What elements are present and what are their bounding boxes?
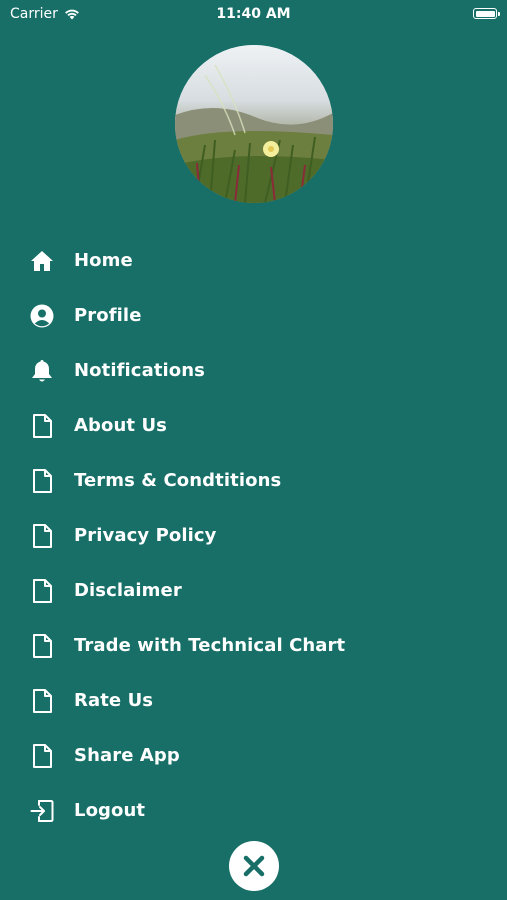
menu-item-label: Profile (74, 305, 142, 326)
menu-item-label: Trade with Technical Chart (74, 635, 346, 656)
menu-item-label: Notifications (74, 360, 205, 381)
profile-icon (29, 303, 55, 329)
menu-item-rate-us[interactable]: Rate Us (0, 673, 507, 728)
menu-item-privacy-policy[interactable]: Privacy Policy (0, 508, 507, 563)
close-button[interactable] (229, 841, 279, 891)
menu-item-label: Home (74, 250, 133, 271)
status-bar: Carrier 11:40 AM (0, 0, 507, 30)
document-icon (29, 413, 55, 439)
logout-icon (29, 798, 55, 824)
battery-icon (473, 8, 500, 19)
close-icon (243, 855, 265, 877)
side-menu: Home Profile Notifications About Us Term… (0, 233, 507, 838)
menu-item-trade-technical-chart[interactable]: Trade with Technical Chart (0, 618, 507, 673)
document-icon (29, 523, 55, 549)
menu-item-logout[interactable]: Logout (0, 783, 507, 838)
menu-item-label: Rate Us (74, 690, 154, 711)
menu-item-about-us[interactable]: About Us (0, 398, 507, 453)
menu-item-home[interactable]: Home (0, 233, 507, 288)
document-icon (29, 468, 55, 494)
menu-item-label: Share App (74, 745, 180, 766)
menu-item-share-app[interactable]: Share App (0, 728, 507, 783)
document-icon (29, 688, 55, 714)
avatar[interactable] (175, 45, 333, 203)
menu-item-label: Privacy Policy (74, 525, 217, 546)
menu-item-disclaimer[interactable]: Disclaimer (0, 563, 507, 618)
document-icon (29, 743, 55, 769)
menu-item-label: Terms & Condtitions (74, 470, 282, 491)
document-icon (29, 633, 55, 659)
menu-item-notifications[interactable]: Notifications (0, 343, 507, 398)
menu-item-profile[interactable]: Profile (0, 288, 507, 343)
status-time: 11:40 AM (216, 6, 291, 22)
avatar-image (175, 45, 333, 203)
menu-item-label: Disclaimer (74, 580, 182, 601)
menu-item-terms[interactable]: Terms & Condtitions (0, 453, 507, 508)
menu-item-label: About Us (74, 415, 167, 436)
document-icon (29, 578, 55, 604)
menu-item-label: Logout (74, 800, 146, 821)
bell-icon (29, 358, 55, 384)
home-icon (29, 248, 55, 274)
